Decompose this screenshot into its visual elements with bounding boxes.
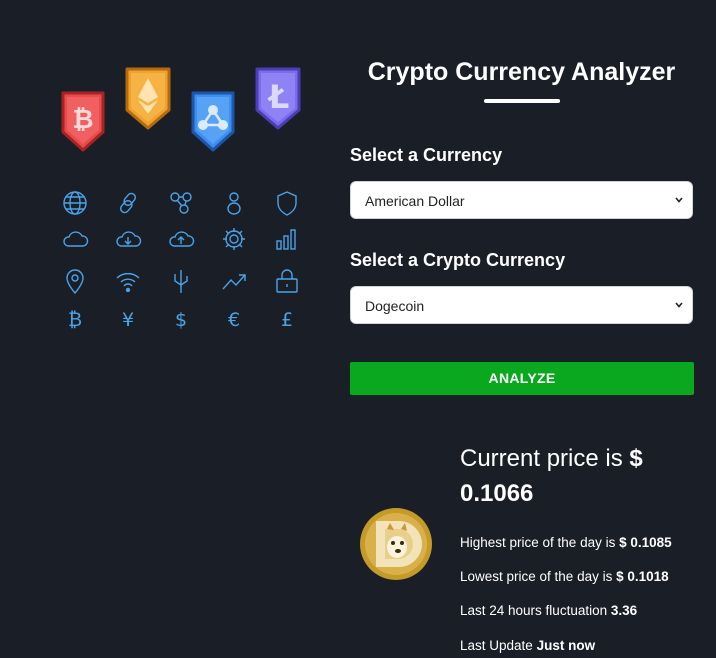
litecoin-icon: Ł <box>255 67 301 130</box>
lowest-price-value: $ 0.1018 <box>616 569 669 584</box>
highest-price-label: Highest price of the day is <box>460 535 616 550</box>
ethereum-icon <box>125 67 171 130</box>
link-icon <box>113 188 143 218</box>
svg-text:Ł: Ł <box>267 78 290 116</box>
bitcoin-symbol-icon: ₿ <box>60 304 90 334</box>
svg-text:₿: ₿ <box>72 105 93 135</box>
last-update: Last Update Just now <box>460 638 595 653</box>
bitcoin-icon: ₿ <box>61 91 105 152</box>
lock-icon <box>272 266 302 296</box>
last-update-value: Just now <box>536 638 596 653</box>
svg-text:$: $ <box>175 309 187 331</box>
currency-label: Select a Currency <box>350 145 503 165</box>
globe-icon <box>60 188 90 218</box>
yen-symbol-icon: ¥ <box>113 304 143 334</box>
bar-chart-icon <box>272 224 302 254</box>
usb-icon <box>166 266 196 296</box>
svg-text:¥: ¥ <box>122 309 134 331</box>
highest-price-value: $ 0.1085 <box>619 535 672 550</box>
pound-symbol-icon: £ <box>272 304 302 334</box>
euro-symbol-icon: € <box>219 304 249 334</box>
highest-price: Highest price of the day is $ 0.1085 <box>460 535 672 550</box>
currency-select-value: American Dollar <box>365 193 465 209</box>
user-icon <box>219 188 249 218</box>
chevron-down-icon <box>675 302 683 308</box>
wifi-icon <box>113 266 143 296</box>
crypto-select[interactable]: Dogecoin <box>350 286 693 324</box>
fluctuation-value: 3.36 <box>610 603 638 618</box>
dogecoin-icon <box>360 508 432 580</box>
page: ₿ Ł ₿ ¥ $ € £ Crypto Currency Analyzer S… <box>0 0 716 658</box>
shield-icon <box>272 188 302 218</box>
crypto-label: Select a Crypto Currency <box>350 250 566 270</box>
chevron-down-icon <box>675 197 683 203</box>
last-update-label: Last Update <box>460 638 533 653</box>
svg-text:€: € <box>228 309 240 331</box>
svg-text:₿: ₿ <box>68 309 82 331</box>
lowest-price-label: Lowest price of the day is <box>460 569 613 584</box>
ripple-icon <box>191 91 235 152</box>
network-icon <box>166 188 196 218</box>
title-underline <box>484 99 560 103</box>
feature-icon-grid: ₿ ¥ $ € £ <box>56 186 306 336</box>
lowest-price: Lowest price of the day is $ 0.1018 <box>460 569 669 584</box>
cloud-icon <box>60 224 90 254</box>
cloud-upload-icon <box>166 224 196 254</box>
page-title: Crypto Currency Analyzer <box>367 58 676 86</box>
gear-icon <box>219 224 249 254</box>
crypto-illustration: ₿ Ł ₿ ¥ $ € £ <box>0 0 340 360</box>
trend-up-icon <box>219 266 249 296</box>
cloud-download-icon <box>113 224 143 254</box>
fluctuation: Last 24 hours fluctuation 3.36 <box>460 603 637 618</box>
analyze-button[interactable]: ANALYZE <box>350 362 694 395</box>
location-pin-icon <box>60 266 90 296</box>
current-price: Current price is $ 0.1066 <box>460 441 700 511</box>
dollar-symbol-icon: $ <box>166 304 196 334</box>
fluctuation-label: Last 24 hours fluctuation <box>460 603 608 618</box>
svg-text:£: £ <box>281 309 293 331</box>
crypto-select-value: Dogecoin <box>365 298 425 314</box>
current-price-label: Current price is <box>460 445 623 472</box>
currency-select[interactable]: American Dollar <box>350 181 693 219</box>
